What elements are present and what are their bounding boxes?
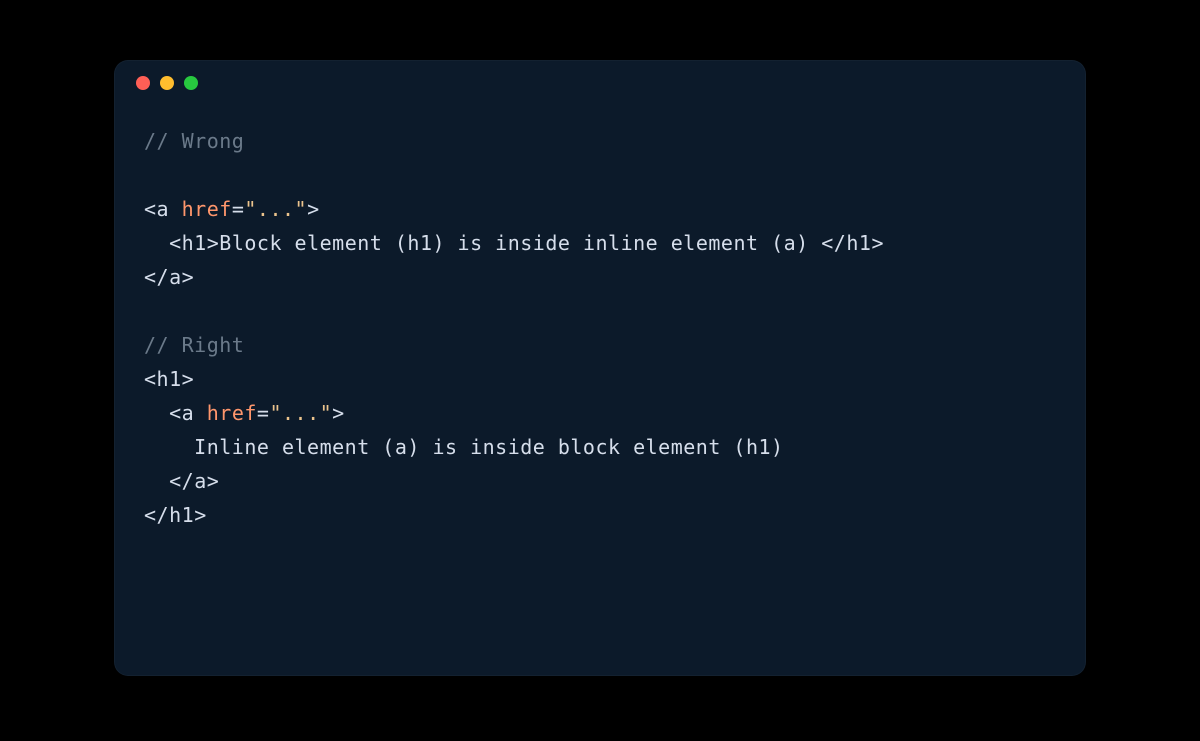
code-token: <: [144, 197, 157, 221]
code-line: Inline element (a) is inside block eleme…: [144, 430, 1056, 464]
code-line: // Right: [144, 328, 1056, 362]
code-token: <: [144, 367, 157, 391]
code-token: h1: [846, 231, 871, 255]
code-token: href: [182, 197, 232, 221]
code-line: </a>: [144, 260, 1056, 294]
minimize-icon[interactable]: [160, 76, 174, 90]
code-line: <h1>: [144, 362, 1056, 396]
code-token: a: [182, 401, 195, 425]
code-token: </: [144, 265, 169, 289]
code-token: "...": [244, 197, 307, 221]
code-token: Inline element (a) is inside block eleme…: [144, 435, 784, 459]
code-token: >: [332, 401, 345, 425]
code-line: <h1>Block element (h1) is inside inline …: [144, 226, 1056, 260]
code-token: </: [144, 503, 169, 527]
code-token: >: [307, 197, 320, 221]
code-token: =: [257, 401, 270, 425]
window-titlebar: [114, 60, 1086, 106]
code-window: // Wrong <a href="..."> <h1>Block elemen…: [114, 60, 1086, 676]
code-token: href: [207, 401, 257, 425]
code-token: a: [169, 265, 182, 289]
code-token: // Right: [144, 333, 244, 357]
code-token: Block element (h1) is inside inline elem…: [219, 231, 821, 255]
code-line: <a href="...">: [144, 192, 1056, 226]
code-token: [144, 401, 169, 425]
code-token: [194, 401, 207, 425]
code-token: // Wrong: [144, 129, 244, 153]
code-token: >: [207, 231, 220, 255]
code-token: >: [194, 503, 207, 527]
code-token: [144, 231, 169, 255]
code-token: <: [169, 401, 182, 425]
zoom-icon[interactable]: [184, 76, 198, 90]
code-token: >: [182, 367, 195, 391]
code-token: "...": [269, 401, 332, 425]
code-line: <a href="...">: [144, 396, 1056, 430]
code-token: >: [182, 265, 195, 289]
code-token: h1: [169, 503, 194, 527]
code-token: </: [169, 469, 194, 493]
code-token: >: [871, 231, 884, 255]
code-token: <: [169, 231, 182, 255]
close-icon[interactable]: [136, 76, 150, 90]
code-line: [144, 158, 1056, 192]
code-snippet: // Wrong <a href="..."> <h1>Block elemen…: [114, 106, 1086, 562]
code-token: [144, 469, 169, 493]
code-line: </h1>: [144, 498, 1056, 532]
code-line: [144, 294, 1056, 328]
code-token: </: [821, 231, 846, 255]
code-token: h1: [157, 367, 182, 391]
code-token: >: [207, 469, 220, 493]
code-token: h1: [182, 231, 207, 255]
code-line: </a>: [144, 464, 1056, 498]
code-token: a: [157, 197, 170, 221]
code-line: // Wrong: [144, 124, 1056, 158]
code-token: a: [194, 469, 207, 493]
code-token: [169, 197, 182, 221]
code-token: =: [232, 197, 245, 221]
